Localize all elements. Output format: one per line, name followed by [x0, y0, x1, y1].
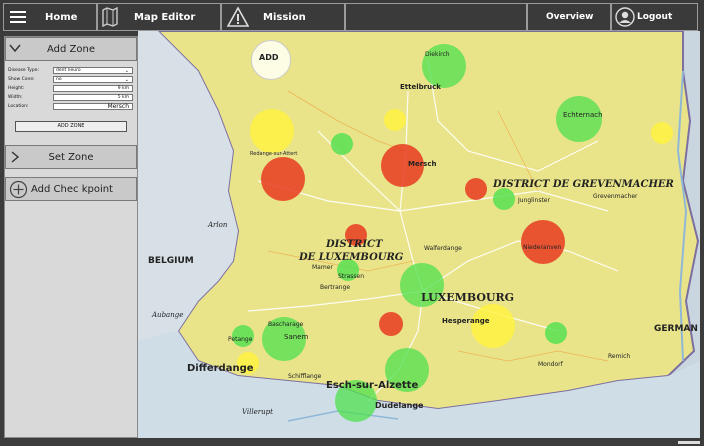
add-checkpoint-header[interactable]: Add Chec kpoint [5, 177, 137, 201]
show-cone-value: no [56, 77, 62, 82]
chevron-down-icon: ⌄ [124, 77, 129, 83]
add-checkpoint-title: Add Chec kpoint [31, 183, 113, 195]
map-view[interactable]: ADD BELGIUM GERMAN DISTRICT DE LUXEMBOUR… [138, 31, 700, 438]
map-label-district-lux-1: DISTRICT [326, 239, 383, 250]
home-button[interactable]: Home [3, 3, 97, 31]
location-row: Location: Mersch [8, 103, 134, 111]
overview-button[interactable]: Overview [527, 3, 611, 31]
height-row: Height: 9 km [8, 85, 134, 93]
width-input[interactable]: 5 km [53, 94, 133, 101]
zone-circle-yellow[interactable] [250, 109, 294, 153]
disease-type-select[interactable]: dent neuro ⌄ [53, 67, 133, 74]
map-label-walferdange: Walferdange [424, 245, 462, 252]
width-row: Width: 5 km [8, 94, 134, 102]
overview-label: Overview [546, 12, 594, 22]
map-label-mersch: Mersch [408, 160, 437, 168]
height-label: Height: [8, 86, 25, 91]
map-label-niederanven: Niederanven [523, 244, 562, 251]
map-label-luxembourg: LUXEMBOURG [421, 291, 515, 304]
set-zone-title: Set Zone [48, 151, 94, 163]
zone-circle-red[interactable] [521, 220, 565, 264]
map-label-mondorf: Mondorf [538, 361, 563, 368]
zone-circle-red[interactable] [261, 157, 305, 201]
map-label-junglinster: Junglinster [518, 197, 550, 204]
location-label: Location: [8, 104, 29, 109]
map-label-germany: GERMAN [654, 324, 698, 334]
warning-icon [226, 6, 250, 31]
sidebar-panel: Add Zone Disease Type: dent neuro ⌄ Show … [4, 36, 138, 438]
add-zone-button[interactable]: ADD ZONE [15, 121, 127, 132]
map-label-esch: Esch-sur-Alzette [326, 380, 419, 391]
zone-circle-red[interactable] [379, 312, 403, 336]
map-label-district-lux-2: DE LUXEMBOURG [299, 252, 404, 263]
map-label-bertrange: Bertrange [320, 284, 351, 291]
map-label-grevenmacher: Grevenmacher [593, 193, 638, 200]
show-cone-select[interactable]: no ⌄ [53, 76, 133, 83]
logout-label: Logout [637, 12, 673, 22]
map-label-echternach: Echternach [563, 111, 603, 119]
zone-circle-yellow[interactable] [471, 304, 515, 348]
map-label-diekirch: Diekirch [425, 51, 450, 58]
user-icon [615, 7, 635, 30]
logout-button[interactable]: Logout [611, 3, 698, 31]
zone-circle-green[interactable] [493, 188, 515, 210]
map-label-district-grev: DISTRICT DE GREVENMACHER [493, 179, 674, 190]
zone-circle-green[interactable] [545, 322, 567, 344]
zoom-indicator [678, 441, 700, 444]
map-label-ettelbruck: Ettelbruck [400, 83, 441, 91]
show-cone-row: Show Cone: no ⌄ [8, 76, 134, 84]
show-cone-label: Show Cone: [8, 77, 35, 82]
zone-circle-yellow[interactable] [384, 109, 406, 131]
map-label-dudelange: Dudelange [375, 401, 424, 410]
map-label-arlon: Arlon [208, 221, 228, 229]
topbar-spacer [345, 3, 527, 31]
plus-circle-icon [9, 180, 28, 202]
map-label-hesperange: Hesperange [442, 317, 490, 325]
map-label-mamer: Mamer [312, 264, 333, 271]
map-label-differdange: Differdange [187, 363, 254, 374]
map-label-sanem: Sanem [284, 333, 309, 341]
add-zone-title: Add Zone [47, 43, 95, 55]
map-label-remich: Remich [608, 353, 631, 360]
menu-icon [9, 9, 27, 28]
map-label-schifflange: Schifflange [288, 373, 322, 380]
set-zone-header[interactable]: Set Zone [5, 145, 137, 169]
map-label-aubange: Aubange [152, 311, 184, 319]
map-editor-label: Map Editor [134, 11, 196, 23]
app-window: Home Map Editor Mission Overview Logout [0, 0, 704, 446]
map-label-petange: Petange [228, 336, 253, 343]
map-label-redange: Redange-sur-Attert [250, 151, 298, 157]
zone-circle-red[interactable] [465, 178, 487, 200]
disease-type-value: dent neuro [56, 68, 81, 73]
map-editor-button[interactable]: Map Editor [97, 3, 221, 31]
map-label-strassen: Strassen [338, 273, 365, 280]
zone-circle-green[interactable] [556, 96, 602, 142]
add-label: ADD [259, 53, 279, 62]
zone-circle-green[interactable] [331, 133, 353, 155]
chevron-down-icon: ⌄ [124, 68, 129, 74]
width-label: Width: [8, 95, 23, 100]
mission-button[interactable]: Mission [221, 3, 345, 31]
location-input[interactable]: Mersch [53, 103, 133, 110]
disease-type-label: Disease Type: [8, 68, 39, 73]
add-zone-header[interactable]: Add Zone [5, 37, 137, 61]
home-label: Home [45, 11, 78, 23]
map-label-bascharage: Bascharage [268, 321, 304, 328]
top-navigation-bar: Home Map Editor Mission Overview Logout [0, 0, 704, 33]
map-label-belgium: BELGIUM [148, 256, 194, 266]
zone-circle-yellow[interactable] [651, 122, 673, 144]
map-label-villerupt: Villerupt [242, 408, 273, 416]
mission-label: Mission [263, 11, 306, 23]
height-input[interactable]: 9 km [53, 85, 133, 92]
disease-type-row: Disease Type: dent neuro ⌄ [8, 67, 134, 75]
map-icon [101, 6, 119, 30]
